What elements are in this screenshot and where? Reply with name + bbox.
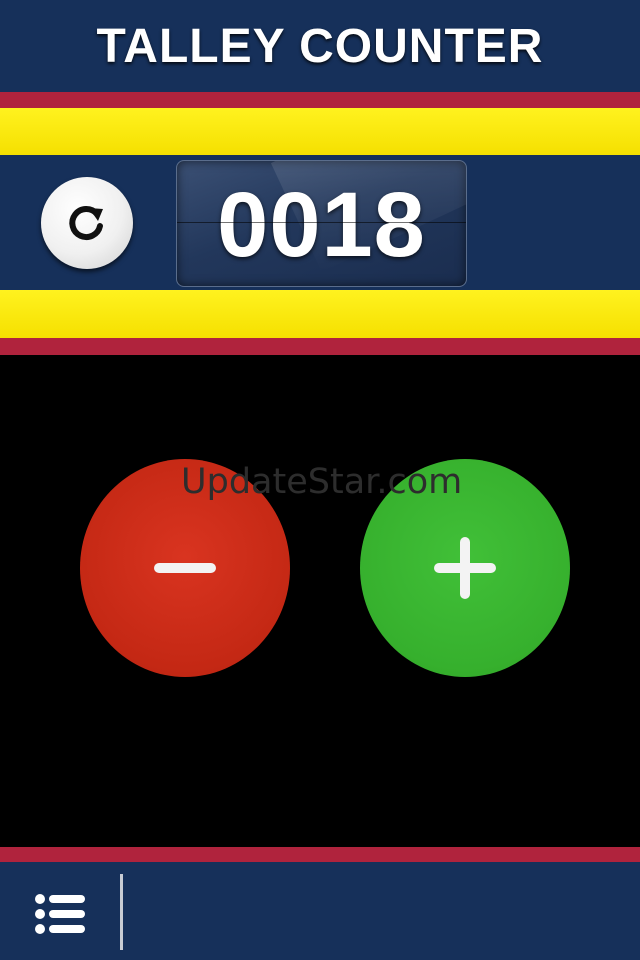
increment-button[interactable] [360,459,570,677]
red-stripe-footer [0,847,640,862]
reset-button[interactable] [41,177,133,269]
counter-bar: 0018 [0,155,640,290]
counter-display: 0018 [176,160,467,287]
list-menu-icon [35,894,85,934]
minus-icon [154,563,216,573]
counter-value: 0018 [217,174,426,276]
menu-button[interactable] [33,892,89,936]
refresh-icon [69,206,103,241]
decrement-button[interactable] [80,459,290,677]
app-header: TALLEY COUNTER [0,0,640,92]
page-title: TALLEY COUNTER [96,19,544,73]
yellow-stripe-bottom [0,290,640,338]
yellow-stripe [0,108,640,155]
plus-icon [434,537,496,599]
toolbar-divider [120,874,123,950]
bottom-toolbar [0,862,640,960]
red-stripe [0,92,640,108]
red-stripe-bottom [0,338,640,355]
